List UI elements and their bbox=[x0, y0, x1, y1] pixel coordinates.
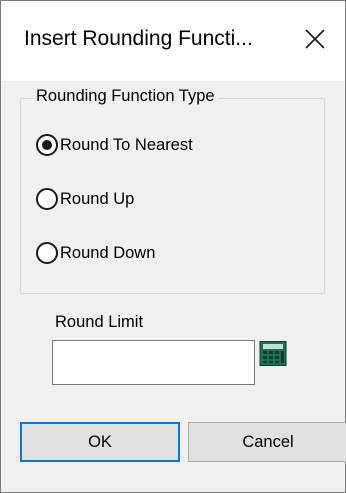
radio-button-selected[interactable] bbox=[36, 134, 58, 156]
dialog-title: Insert Rounding Functi... bbox=[24, 27, 253, 50]
radio-label: Round Down bbox=[60, 243, 156, 262]
radio-round-up[interactable]: Round Up bbox=[36, 187, 134, 211]
close-button[interactable] bbox=[295, 19, 335, 59]
radio-label: Round To Nearest bbox=[60, 135, 193, 154]
round-limit-input[interactable] bbox=[52, 340, 255, 385]
insert-rounding-function-dialog: Insert Rounding Functi... Rounding Funct… bbox=[0, 0, 346, 493]
group-legend: Rounding Function Type bbox=[33, 87, 218, 106]
calculator-button[interactable] bbox=[258, 341, 289, 366]
radio-round-down[interactable]: Round Down bbox=[36, 241, 155, 265]
cancel-button[interactable]: Cancel bbox=[188, 422, 346, 462]
title-bar: Insert Rounding Functi... bbox=[1, 1, 345, 81]
close-icon bbox=[305, 29, 325, 49]
ok-button[interactable]: OK bbox=[20, 422, 180, 462]
radio-button[interactable] bbox=[36, 242, 58, 264]
radio-round-to-nearest[interactable]: Round To Nearest bbox=[36, 133, 193, 157]
round-limit-label: Round Limit bbox=[55, 313, 144, 331]
rounding-function-type-group: Rounding Function Type Round To Nearest … bbox=[20, 87, 325, 294]
radio-label: Round Up bbox=[60, 189, 135, 208]
radio-button[interactable] bbox=[36, 188, 58, 210]
calculator-icon bbox=[259, 341, 287, 366]
